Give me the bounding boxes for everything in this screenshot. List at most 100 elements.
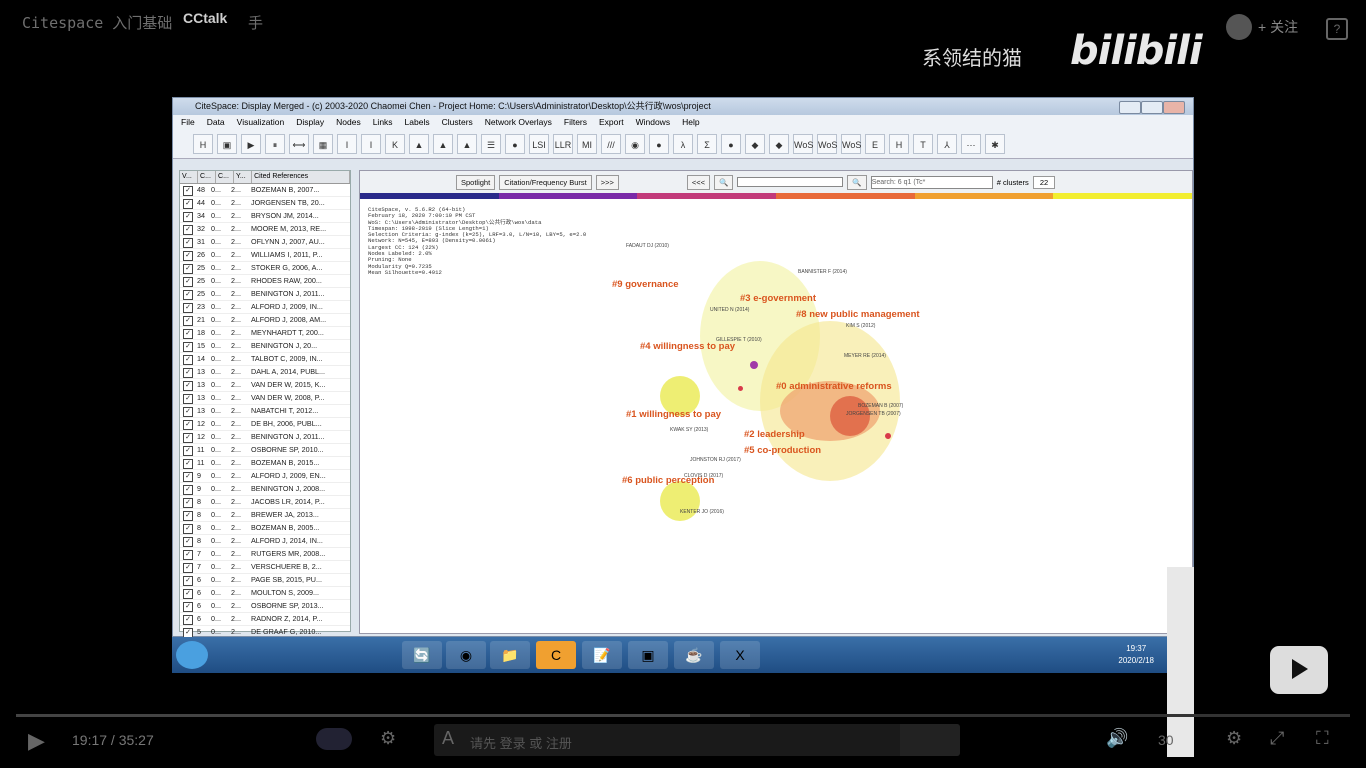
cluster-label-2[interactable]: #2 leadership — [744, 429, 805, 440]
taskbar-app[interactable]: ▣ — [628, 641, 668, 669]
table-row[interactable]: ✓ 26 0... 2... WILLIAMS I, 2011, P... — [180, 249, 350, 262]
table-row[interactable]: ✓ 13 0... 2... VAN DER W, 2015, K... — [180, 379, 350, 392]
toolbar-button[interactable]: ◆ — [769, 134, 789, 154]
menu-item[interactable]: Links — [373, 115, 393, 130]
row-checkbox[interactable]: ✓ — [183, 329, 193, 339]
danmu-settings-icon[interactable]: ⚙ — [380, 728, 396, 749]
toolbar-button[interactable]: WoS — [841, 134, 861, 154]
table-row[interactable]: ✓ 23 0... 2... ALFORD J, 2009, IN... — [180, 301, 350, 314]
row-checkbox[interactable]: ✓ — [183, 433, 193, 443]
menu-item[interactable]: Visualization — [237, 115, 285, 130]
widescreen-icon[interactable]: ⤢ — [1270, 728, 1284, 749]
toolbar-button[interactable]: LLR — [553, 134, 573, 154]
maximize-button[interactable] — [1141, 101, 1163, 114]
column-header[interactable]: C... — [198, 171, 217, 183]
toolbar-button[interactable]: ⟷ — [289, 134, 309, 154]
row-checkbox[interactable]: ✓ — [183, 368, 193, 378]
menu-item[interactable]: Network Overlays — [485, 115, 552, 130]
play-icon[interactable]: ▶ — [28, 728, 45, 754]
table-row[interactable]: ✓ 14 0... 2... TALBOT C, 2009, IN... — [180, 353, 350, 366]
column-header[interactable]: Y... — [234, 171, 253, 183]
toolbar-button[interactable]: WoS — [793, 134, 813, 154]
row-checkbox[interactable]: ✓ — [183, 342, 193, 352]
toolbar-button[interactable]: ⏸ — [265, 134, 285, 154]
toolbar-button[interactable]: ▶ — [241, 134, 261, 154]
chrome-icon[interactable]: ◉ — [446, 641, 486, 669]
table-row[interactable]: ✓ 7 0... 2... VERSCHUERE B, 2... — [180, 561, 350, 574]
danmu-input-bar[interactable]: A 请先 登录 或 注册 — [434, 724, 960, 756]
row-checkbox[interactable]: ✓ — [183, 264, 193, 274]
row-checkbox[interactable]: ✓ — [183, 199, 193, 209]
citespace-icon[interactable]: C — [536, 641, 576, 669]
table-row[interactable]: ✓ 9 0... 2... BENINGTON J, 2008... — [180, 483, 350, 496]
cluster-label-8[interactable]: #8 new public management — [796, 309, 920, 320]
row-checkbox[interactable]: ✓ — [183, 511, 193, 521]
clusters-value[interactable]: 22 — [1032, 175, 1056, 189]
toolbar-button[interactable]: ◆ — [745, 134, 765, 154]
toolbar-button[interactable]: T — [913, 134, 933, 154]
toolbar-button[interactable]: K — [385, 134, 405, 154]
minimize-button[interactable] — [1119, 101, 1141, 114]
row-checkbox[interactable]: ✓ — [183, 498, 193, 508]
send-button[interactable] — [900, 724, 960, 756]
row-checkbox[interactable]: ✓ — [183, 537, 193, 547]
row-checkbox[interactable]: ✓ — [183, 290, 193, 300]
table-row[interactable]: ✓ 25 0... 2... RHODES RAW, 200... — [180, 275, 350, 288]
table-row[interactable]: ✓ 18 0... 2... MEYNHARDT T, 200... — [180, 327, 350, 340]
row-checkbox[interactable]: ✓ — [183, 420, 193, 430]
cluster-label-9[interactable]: #9 governance — [612, 279, 679, 290]
table-row[interactable]: ✓ 12 0... 2... BENINGTON J, 2011... — [180, 431, 350, 444]
play-overlay-icon[interactable] — [1270, 646, 1328, 694]
row-checkbox[interactable]: ✓ — [183, 394, 193, 404]
table-row[interactable]: ✓ 7 0... 2... RUTGERS MR, 2008... — [180, 548, 350, 561]
cluster-label-0[interactable]: #0 administrative reforms — [776, 381, 892, 392]
cluster-label-1[interactable]: #1 willingness to pay — [626, 409, 721, 420]
row-checkbox[interactable]: ✓ — [183, 355, 193, 365]
search-icon[interactable]: 🔍 — [847, 174, 867, 190]
row-checkbox[interactable]: ✓ — [183, 550, 193, 560]
toolbar-button[interactable]: ◉ — [625, 134, 645, 154]
taskbar-app[interactable]: 📝 — [582, 641, 622, 669]
toolbar-button[interactable]: ▲ — [457, 134, 477, 154]
row-checkbox[interactable]: ✓ — [183, 485, 193, 495]
table-row[interactable]: ✓ 8 0... 2... BREWER JA, 2013... — [180, 509, 350, 522]
row-checkbox[interactable]: ✓ — [183, 251, 193, 261]
toolbar-button[interactable]: H — [889, 134, 909, 154]
table-row[interactable]: ✓ 12 0... 2... DE BH, 2006, PUBL... — [180, 418, 350, 431]
volume-icon[interactable]: 🔊 — [1106, 728, 1128, 749]
table-row[interactable]: ✓ 25 0... 2... STOKER G, 2006, A... — [180, 262, 350, 275]
java-icon[interactable]: ☕ — [674, 641, 714, 669]
row-checkbox[interactable]: ✓ — [183, 524, 193, 534]
toolbar-button[interactable]: ● — [505, 134, 525, 154]
start-button[interactable] — [176, 641, 208, 669]
table-row[interactable]: ✓ 25 0... 2... BENINGTON J, 2011... — [180, 288, 350, 301]
table-row[interactable]: ✓ 32 0... 2... MOORE M, 2013, RE... — [180, 223, 350, 236]
table-row[interactable]: ✓ 44 0... 2... JORGENSEN TB, 20... — [180, 197, 350, 210]
row-checkbox[interactable]: ✓ — [183, 186, 193, 196]
toolbar-button[interactable]: ● — [721, 134, 741, 154]
prev-button[interactable]: <<< — [686, 174, 711, 190]
toolbar-button[interactable]: I — [337, 134, 357, 154]
next-button[interactable]: >>> — [595, 174, 619, 190]
danmu-toggle[interactable] — [316, 728, 352, 750]
zoom-icon[interactable]: 🔍 — [714, 174, 734, 190]
table-row[interactable]: ✓ 8 0... 2... BOZEMAN B, 2005... — [180, 522, 350, 535]
row-checkbox[interactable]: ✓ — [183, 225, 193, 235]
menu-item[interactable]: Labels — [405, 115, 430, 130]
menu-item[interactable]: Windows — [636, 115, 670, 130]
table-row[interactable]: ✓ 13 0... 2... VAN DER W, 2008, P... — [180, 392, 350, 405]
table-row[interactable]: ✓ 9 0... 2... ALFORD J, 2009, EN... — [180, 470, 350, 483]
row-checkbox[interactable]: ✓ — [183, 212, 193, 222]
toolbar-button[interactable]: ● — [649, 134, 669, 154]
toolbar-button[interactable]: MI — [577, 134, 597, 154]
danmu-style-icon[interactable]: A — [442, 728, 454, 749]
row-checkbox[interactable]: ✓ — [183, 576, 193, 586]
cluster-label-3[interactable]: #3 e-government — [740, 293, 816, 304]
table-row[interactable]: ✓ 6 0... 2... MOULTON S, 2009... — [180, 587, 350, 600]
sidebar-collapse-handle[interactable] — [1167, 567, 1194, 757]
progress-bar[interactable] — [16, 714, 1350, 717]
toolbar-button[interactable]: ⋯ — [961, 134, 981, 154]
column-header[interactable]: C... — [216, 171, 235, 183]
row-checkbox[interactable]: ✓ — [183, 563, 193, 573]
toolbar-button[interactable]: ▣ — [217, 134, 237, 154]
